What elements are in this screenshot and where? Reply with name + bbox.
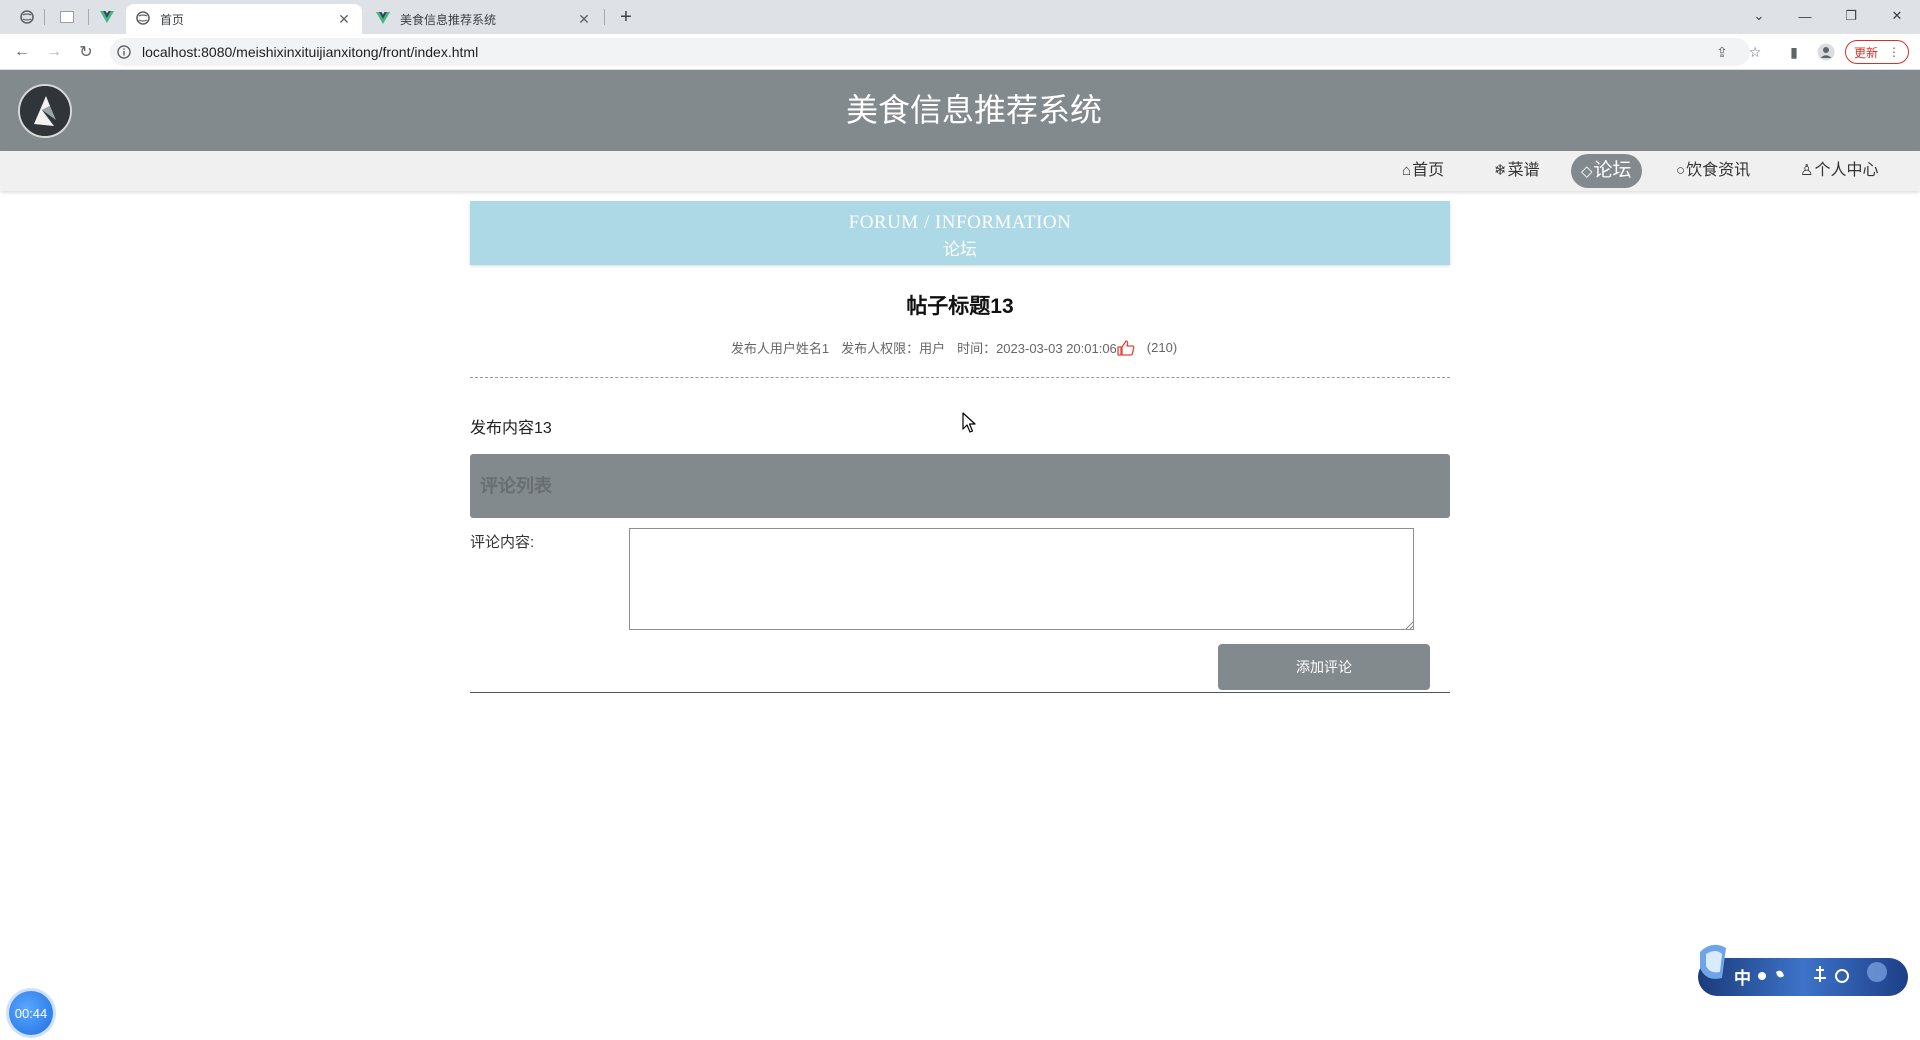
pinned-tab-vue-icon[interactable] xyxy=(96,6,118,28)
url-text: localhost:8080/meishixinxituijianxitong/… xyxy=(142,44,479,60)
main-content: FORUM / INFORMATION 论坛 帖子标题13 发布人用户姓名1 发… xyxy=(470,201,1450,690)
nav-recipes[interactable]: ❄菜谱 xyxy=(1484,154,1550,188)
home-icon: ⌂ xyxy=(1402,162,1412,179)
mouse-cursor-icon xyxy=(962,412,976,433)
snowflake-icon: ❄ xyxy=(1494,162,1507,179)
browser-tabstrip: 首页 ✕ 美食信息推荐系统 ✕ + ⌄ — ❐ ✕ xyxy=(0,0,1920,34)
banner-chinese: 论坛 xyxy=(943,240,977,259)
nav-profile[interactable]: ♙个人中心 xyxy=(1790,154,1888,188)
close-window-button[interactable]: ✕ xyxy=(1884,4,1910,28)
comment-textarea[interactable] xyxy=(629,528,1414,630)
info-icon[interactable] xyxy=(116,44,132,60)
pinned-tab-globe-icon[interactable] xyxy=(16,6,38,28)
section-banner: FORUM / INFORMATION 论坛 xyxy=(470,201,1450,265)
restore-button[interactable]: ❐ xyxy=(1838,4,1864,28)
bottom-divider xyxy=(470,692,1450,693)
post-author: 发布人用户姓名1 xyxy=(730,341,830,356)
bookmark-star-icon[interactable]: ☆ xyxy=(1743,40,1767,64)
tab-home[interactable]: 首页 ✕ xyxy=(126,4,362,34)
circle-icon: ○ xyxy=(1676,162,1686,179)
nav-label: 首页 xyxy=(1412,162,1445,179)
comment-form: 评论内容: 添加评论 xyxy=(470,518,1450,690)
thumbs-up-icon[interactable] xyxy=(1117,339,1135,357)
comment-label: 评论内容: xyxy=(470,534,535,551)
tab-title: 首页 xyxy=(160,12,185,27)
nav-forum[interactable]: ◇论坛 xyxy=(1571,154,1642,188)
user-icon: ♙ xyxy=(1800,162,1814,179)
side-panel-icon[interactable]: ▮ xyxy=(1782,40,1806,64)
like-count: (210) xyxy=(1146,340,1178,355)
update-label: 更新 xyxy=(1854,45,1879,60)
post-title: 帖子标题13 xyxy=(906,295,1014,318)
address-bar[interactable]: localhost:8080/meishixinxituijianxitong/… xyxy=(110,38,1750,66)
share-icon[interactable]: ⇪ xyxy=(1710,40,1734,64)
ime-toolbar-widget[interactable]: 中 xyxy=(1692,938,1914,1000)
reload-icon[interactable]: ↻ xyxy=(74,40,98,64)
more-vert-icon: ⋮ xyxy=(1888,45,1900,59)
profile-avatar-icon[interactable] xyxy=(1814,40,1838,64)
site-header: 美食信息推荐系统 xyxy=(0,70,1920,151)
back-arrow-icon[interactable]: ← xyxy=(10,40,34,64)
meta-divider xyxy=(470,377,1450,378)
forward-arrow-icon[interactable]: → xyxy=(42,40,66,64)
update-button[interactable]: 更新 ⋮ xyxy=(1845,40,1909,64)
pinned-tab-page-icon[interactable] xyxy=(56,6,78,28)
tab-food-system[interactable]: 美食信息推荐系统 ✕ xyxy=(366,4,602,34)
close-icon[interactable]: ✕ xyxy=(576,11,592,27)
post-meta: 发布人用户姓名1 发布人权限：用户 时间：2023-03-03 20:01:06… xyxy=(470,338,1450,357)
minimize-button[interactable]: — xyxy=(1792,4,1818,28)
post-content: 发布内容13 xyxy=(470,420,552,437)
tab-search-icon[interactable]: ⌄ xyxy=(1746,4,1772,28)
vue-icon xyxy=(376,11,390,27)
tag-icon: ◇ xyxy=(1581,163,1593,180)
site-nav: ⌂首页 ❄菜谱 ◇论坛 ○饮食资讯 ♙个人中心 xyxy=(0,151,1920,191)
browser-toolbar: ← → ↻ localhost:8080/meishixinxituijianx… xyxy=(0,34,1920,70)
banner-english: FORUM / INFORMATION xyxy=(848,212,1072,233)
new-tab-button[interactable]: + xyxy=(614,5,638,29)
site-title: 美食信息推荐系统 xyxy=(845,91,1102,129)
nav-label: 论坛 xyxy=(1593,160,1632,181)
ime-mode-label: 中 xyxy=(1734,969,1751,988)
post-role: 发布人权限：用户 xyxy=(841,341,946,356)
tab-title: 美食信息推荐系统 xyxy=(400,12,497,27)
nav-diet-news[interactable]: ○饮食资讯 xyxy=(1666,154,1760,188)
resize-grip-icon[interactable] xyxy=(1404,620,1414,630)
post-time: 时间：2023-03-03 20:01:06 xyxy=(957,341,1117,356)
comment-list-header: 评论列表 xyxy=(470,454,1450,518)
nav-label: 饮食资讯 xyxy=(1686,162,1751,179)
add-comment-button[interactable]: 添加评论 xyxy=(1218,644,1430,690)
timer-badge[interactable]: 00:44 xyxy=(9,991,53,1035)
nav-home[interactable]: ⌂首页 xyxy=(1392,154,1454,188)
nav-label: 个人中心 xyxy=(1814,162,1879,179)
globe-icon xyxy=(136,10,150,28)
close-icon[interactable]: ✕ xyxy=(336,11,352,27)
nav-label: 菜谱 xyxy=(1507,162,1540,179)
